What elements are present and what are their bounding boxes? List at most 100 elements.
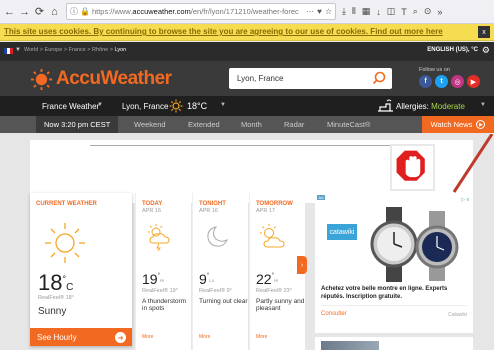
info-icon[interactable]: ⓘ [70, 6, 78, 17]
download-icon[interactable]: ⤓ [342, 6, 346, 17]
facebook-icon[interactable]: f [419, 75, 432, 88]
card-title: TODAY [142, 201, 163, 207]
chevron-left-icon: ‹ [321, 230, 324, 237]
france-flag-icon[interactable] [4, 48, 13, 54]
tab-now[interactable]: Now 3:20 pm CEST [36, 116, 119, 133]
forecast-temp: 9°Lo [199, 271, 215, 287]
sidebar-icon[interactable]: ◫ [387, 6, 396, 17]
search-value: Lyon, France [237, 74, 284, 83]
social-links: f t ◎ ▶ [419, 75, 480, 88]
current-temp: 18°C [38, 270, 74, 295]
more-actions-icon[interactable]: ··· [306, 7, 314, 16]
forecast-phrase: A thunderstorm in spots [142, 298, 187, 313]
forecast-phrase: Turning out clear [199, 298, 248, 305]
download-arrow-icon[interactable]: ↓ [376, 7, 381, 17]
tab-weekend[interactable]: Weekend [134, 116, 166, 133]
allergy-icon [378, 99, 393, 112]
breadcrumb-item[interactable]: France [69, 47, 86, 53]
forecast-temp: 19°Hi [142, 271, 165, 287]
forecast-card-tonight[interactable]: TONIGHT APR 16 9°Lo RealFeel® 9° Turning… [192, 193, 248, 350]
chevron-down-icon[interactable]: ▼ [15, 47, 21, 53]
current-realfeel: RealFeel® 18° [38, 295, 74, 301]
gear-icon[interactable]: ⚙ [482, 45, 490, 56]
ad-label: Ad [317, 195, 325, 200]
url-text[interactable]: https://www.accuweather.com/en/fr/lyon/1… [92, 7, 303, 16]
more-link[interactable]: More [199, 334, 210, 340]
chevron-down-icon[interactable]: ▼ [97, 102, 103, 108]
forecast-tabs: Now 3:20 pm CEST Weekend Extended Month … [0, 116, 494, 133]
reload-icon[interactable]: ⟳ [32, 4, 47, 20]
ad-overlay-slash [452, 134, 494, 193]
accuweather-sun-icon [31, 68, 52, 90]
pocket-icon[interactable]: ♥ [317, 7, 322, 16]
twitter-icon[interactable]: t [435, 75, 448, 88]
cookie-close-button[interactable]: x [478, 26, 490, 38]
breadcrumb: ▼ World > Europe > France > Rhône > Lyon… [0, 42, 494, 61]
search-icon[interactable] [372, 71, 386, 85]
tab-month[interactable]: Month [241, 116, 262, 133]
location-bar: France Weather ▼ Lyon, France 18°C ▼ All… [0, 96, 494, 116]
chevron-down-icon[interactable]: ▼ [480, 102, 486, 108]
ad-headline[interactable]: Achetez votre belle montre en ligne. Exp… [321, 286, 471, 301]
screenshot-icon[interactable]: ⊙ [424, 6, 432, 17]
next-forecast-button[interactable]: › [297, 256, 307, 274]
country-weather-menu[interactable]: France Weather [42, 102, 99, 111]
more-link[interactable]: More [256, 334, 267, 340]
lock-icon: 🔒 [80, 7, 90, 16]
forward-arrow-icon[interactable]: → [17, 4, 32, 20]
tab-radar[interactable]: Radar [284, 116, 304, 133]
back-arrow-icon[interactable]: ← [2, 4, 17, 20]
breadcrumb-item[interactable]: Rhône [92, 47, 108, 53]
browser-toolbar: ← → ⟳ ⌂ ⓘ 🔒 https://www.accuweather.com/… [0, 0, 494, 24]
home-icon[interactable]: ⌂ [47, 4, 62, 20]
watch-news-button[interactable]: Watch News ▶ [422, 116, 494, 133]
stop-hand-icon [390, 144, 435, 191]
partly-sunny-icon [260, 224, 285, 248]
logo[interactable]: AccuWeather [31, 68, 172, 90]
sidebar-ad[interactable]: Ad ▷ x catawiki ‹ Achetez votre belle mo… [315, 193, 473, 333]
tab-minutecast[interactable]: MinuteCast® [327, 116, 370, 133]
text-icon[interactable]: T [401, 7, 407, 17]
chevron-down-icon[interactable]: ▼ [220, 102, 226, 108]
arrow-right-icon: ➜ [115, 332, 126, 343]
breadcrumb-trail: World > Europe > France > Rhône > Lyon [24, 47, 127, 53]
ad-cta-link[interactable]: Consulter [321, 311, 347, 317]
more-link[interactable]: More [142, 334, 153, 340]
sun-icon [45, 223, 85, 263]
address-bar[interactable]: ⓘ 🔒 https://www.accuweather.com/en/fr/ly… [66, 3, 336, 20]
forecast-phrase: Partly sunny and pleasant [256, 298, 305, 313]
youtube-icon[interactable]: ▶ [467, 75, 480, 88]
moon-icon [207, 226, 228, 247]
allergies-status[interactable]: Allergies: Moderate [396, 102, 465, 111]
card-date: APR 17 [256, 208, 275, 214]
search-input[interactable]: Lyon, France [229, 68, 392, 89]
logo-text: AccuWeather [56, 68, 172, 89]
sidebar-ad-secondary[interactable] [315, 337, 473, 350]
breadcrumb-item[interactable]: World [24, 47, 38, 53]
search-extension-icon[interactable]: ⌕ [413, 6, 418, 17]
tab-extended[interactable]: Extended [188, 116, 220, 133]
instagram-icon[interactable]: ◎ [451, 75, 464, 88]
follow-us-label: Follow us on [419, 67, 450, 73]
current-weather-card[interactable]: CURRENT WEATHER 18°C RealFeel® 18° Sunny… [30, 193, 132, 346]
cookie-banner: This site uses cookies. By continuing to… [0, 24, 494, 41]
catawiki-logo[interactable]: catawiki [327, 224, 357, 240]
breadcrumb-item[interactable]: Europe [45, 47, 63, 53]
extension-icon[interactable]: ▦ [362, 6, 371, 17]
current-temp-header: 18°C [187, 101, 208, 111]
library-icon[interactable]: ⫴ [352, 6, 356, 17]
adchoices-icon[interactable]: ▷ x [461, 197, 469, 203]
cookie-message-link[interactable]: This site uses cookies. By continuing to… [4, 27, 443, 36]
card-title: TONIGHT [199, 201, 226, 207]
weather-cards: CURRENT WEATHER 18°C RealFeel® 18° Sunny… [30, 193, 312, 350]
site-header: AccuWeather Lyon, France Follow us on f … [0, 61, 494, 96]
bookmark-star-icon[interactable]: ☆ [325, 7, 332, 16]
see-hourly-button[interactable]: See Hourly ➜ [30, 328, 132, 346]
city-menu[interactable]: Lyon, France [122, 102, 168, 111]
forecast-card-today[interactable]: TODAY APR 16 19°Hi RealFeel® 19° A thund… [135, 193, 191, 350]
ad-source: Catawiki [448, 312, 467, 318]
sun-icon [169, 99, 183, 113]
overflow-menu-icon[interactable]: » [437, 7, 442, 17]
thunderstorm-sun-icon [148, 224, 170, 251]
locale-selector[interactable]: ENGLISH (US), °C [427, 47, 478, 53]
